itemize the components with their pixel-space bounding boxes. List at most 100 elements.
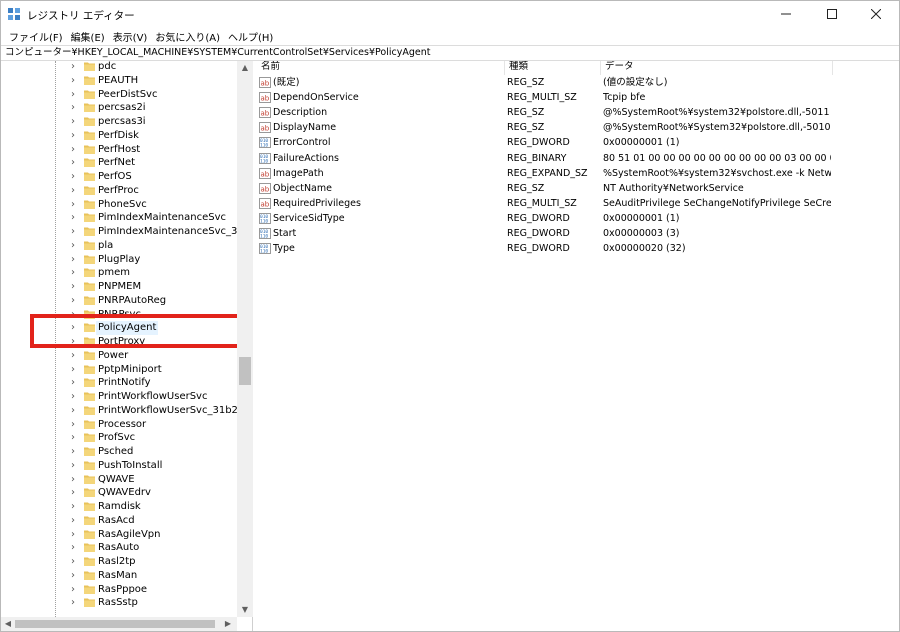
tree-item-ramdisk[interactable]: › Ramdisk (1, 500, 237, 514)
chevron-right-icon[interactable]: › (71, 227, 81, 237)
value-row[interactable]: ab ImagePath REG_EXPAND_SZ %SystemRoot%¥sys… (257, 166, 899, 181)
chevron-right-icon[interactable]: › (71, 172, 81, 182)
value-row[interactable]: ab DependOnService REG_MULTI_SZ Tcpip bfe (257, 90, 899, 105)
chevron-right-icon[interactable]: › (71, 543, 81, 553)
chevron-right-icon[interactable]: › (71, 62, 81, 72)
tree-item-profsvc[interactable]: › ProfSvc (1, 431, 237, 445)
value-row[interactable]: 010 110 ServiceSidType REG_DWORD 0x00000001 … (257, 211, 899, 226)
chevron-right-icon[interactable]: › (71, 295, 81, 306)
chevron-right-icon[interactable]: › (71, 75, 81, 86)
chevron-right-icon[interactable]: › (71, 598, 81, 608)
tree-item-rassstp[interactable]: › RasSstp (1, 596, 237, 610)
tree-item-rasman[interactable]: › RasMan (1, 569, 237, 583)
tree-item-pptpminiport[interactable]: › PptpMiniport (1, 363, 237, 377)
values-list[interactable]: 名前 種類 データ ab (既定) REG_SZ (値の設定なし) ab DependOn… (257, 61, 899, 631)
chevron-right-icon[interactable]: › (71, 268, 81, 278)
value-row[interactable]: ab (既定) REG_SZ (値の設定なし) (257, 75, 899, 90)
value-row[interactable]: ab ObjectName REG_SZ NT Authority¥NetworkSe… (257, 181, 899, 196)
tree-vertical-scrollbar[interactable]: ▲ ▼ (237, 61, 253, 617)
value-row[interactable]: 010 110 Start REG_DWORD 0x00000003 (3) (257, 226, 899, 241)
tree-item-printworkflowusersvc_31b2b[interactable]: › PrintWorkflowUserSvc_31b2b (1, 404, 244, 418)
tree-item-pimindexmaintenancesvc[interactable]: › PimIndexMaintenanceSvc (1, 211, 237, 225)
chevron-right-icon[interactable]: › (71, 405, 81, 416)
tree-item-peauth[interactable]: › PEAUTH (1, 74, 237, 88)
chevron-right-icon[interactable]: › (71, 392, 81, 402)
scroll-up-arrow-icon[interactable]: ▲ (240, 63, 250, 73)
value-row[interactable]: ab DisplayName REG_SZ @%SystemRoot%¥System3… (257, 120, 899, 135)
chevron-right-icon[interactable]: › (71, 557, 81, 567)
chevron-right-icon[interactable]: › (71, 364, 81, 375)
tree-item-qwavedrv[interactable]: › QWAVEdrv (1, 486, 237, 500)
tree-hscroll-thumb[interactable] (15, 620, 215, 628)
tree-item-plugplay[interactable]: › PlugPlay (1, 253, 237, 267)
menu-view[interactable]: 表示(V) (109, 29, 152, 44)
tree-item-percsas3i[interactable]: › percsas3i (1, 115, 237, 129)
chevron-right-icon[interactable]: › (71, 529, 81, 540)
scroll-left-arrow-icon[interactable]: ◀ (3, 619, 13, 629)
chevron-right-icon[interactable]: › (71, 502, 81, 512)
tree-item-pdc[interactable]: › pdc (1, 61, 237, 74)
chevron-right-icon[interactable]: › (71, 89, 81, 100)
chevron-right-icon[interactable]: › (71, 103, 81, 113)
chevron-right-icon[interactable]: › (71, 158, 81, 168)
tree-item-peerdistsvc[interactable]: › PeerDistSvc (1, 88, 237, 102)
menu-file[interactable]: ファイル(F) (5, 29, 67, 44)
chevron-right-icon[interactable]: › (71, 584, 81, 595)
chevron-right-icon[interactable]: › (71, 433, 81, 443)
chevron-right-icon[interactable]: › (71, 213, 81, 223)
chevron-right-icon[interactable]: › (71, 447, 81, 457)
tree-item-qwave[interactable]: › QWAVE (1, 473, 237, 487)
tree-item-psched[interactable]: › Psched (1, 445, 237, 459)
tree-horizontal-scrollbar[interactable]: ◀ ▶ (1, 617, 237, 631)
tree-item-power[interactable]: › Power (1, 349, 237, 363)
menu-edit[interactable]: 編集(E) (67, 29, 109, 44)
maximize-button[interactable] (809, 1, 855, 27)
tree-item-rasagilevpn[interactable]: › RasAgileVpn (1, 528, 237, 542)
column-header-name[interactable]: 名前 (257, 61, 505, 75)
value-row[interactable]: 010 110 FailureActions REG_BINARY 80 51 01 0… (257, 151, 899, 166)
chevron-right-icon[interactable]: › (71, 474, 81, 485)
chevron-right-icon[interactable]: › (71, 378, 81, 388)
tree-item-perfproc[interactable]: › PerfProc (1, 184, 237, 198)
close-button[interactable] (853, 1, 899, 27)
chevron-right-icon[interactable]: › (71, 350, 81, 361)
chevron-right-icon[interactable]: › (71, 240, 81, 251)
tree-scroll-thumb[interactable] (239, 357, 251, 385)
value-row[interactable]: 010 110 Type REG_DWORD 0x00000020 (32) (257, 241, 899, 256)
tree-item-pimindexmaintenancesvc_31b2b[interactable]: › PimIndexMaintenanceSvc_31b2b (1, 225, 252, 239)
tree-item-percsas2i[interactable]: › percsas2i (1, 101, 237, 115)
chevron-right-icon[interactable]: › (71, 488, 81, 498)
tree-item-pla[interactable]: › pla (1, 239, 237, 253)
tree-item-printworkflowusersvc[interactable]: › PrintWorkflowUserSvc (1, 390, 237, 404)
tree-item-raspppoe[interactable]: › RasPppoe (1, 583, 237, 597)
chevron-right-icon[interactable]: › (71, 460, 81, 471)
chevron-right-icon[interactable]: › (71, 199, 81, 210)
tree-item-pmem[interactable]: › pmem (1, 266, 237, 280)
tree-item-rasauto[interactable]: › RasAuto (1, 541, 237, 555)
chevron-right-icon[interactable]: › (71, 144, 81, 155)
column-header-type[interactable]: 種類 (505, 61, 601, 75)
tree-item-perfhost[interactable]: › PerfHost (1, 143, 237, 157)
tree-item-pushtoinstall[interactable]: › PushToInstall (1, 459, 237, 473)
tree-item-phonesvc[interactable]: › PhoneSvc (1, 198, 237, 212)
tree-item-rasl2tp[interactable]: › Rasl2tp (1, 555, 237, 569)
chevron-right-icon[interactable]: › (71, 130, 81, 141)
tree-item-perfdisk[interactable]: › PerfDisk (1, 129, 237, 143)
chevron-right-icon[interactable]: › (71, 282, 81, 292)
tree-item-pnrpautoreg[interactable]: › PNRPAutoReg (1, 294, 237, 308)
tree-item-pnpmem[interactable]: › PNPMEM (1, 280, 237, 294)
chevron-right-icon[interactable]: › (71, 254, 81, 265)
column-header-data[interactable]: データ (601, 61, 833, 75)
chevron-right-icon[interactable]: › (71, 570, 81, 581)
value-row[interactable]: ab Description REG_SZ @%SystemRoot%¥system3… (257, 105, 899, 120)
menu-help[interactable]: ヘルプ(H) (224, 29, 277, 44)
tree-item-perfnet[interactable]: › PerfNet (1, 156, 237, 170)
tree-item-processor[interactable]: › Processor (1, 418, 237, 432)
value-row[interactable]: ab RequiredPrivileges REG_MULTI_SZ SeAuditP… (257, 196, 899, 211)
tree-item-perfos[interactable]: › PerfOS (1, 170, 237, 184)
menu-favorites[interactable]: お気に入り(A) (151, 29, 224, 44)
minimize-button[interactable] (763, 1, 809, 27)
scroll-down-arrow-icon[interactable]: ▼ (240, 605, 250, 615)
tree-item-rasacd[interactable]: › RasAcd (1, 514, 237, 528)
chevron-right-icon[interactable]: › (71, 515, 81, 526)
